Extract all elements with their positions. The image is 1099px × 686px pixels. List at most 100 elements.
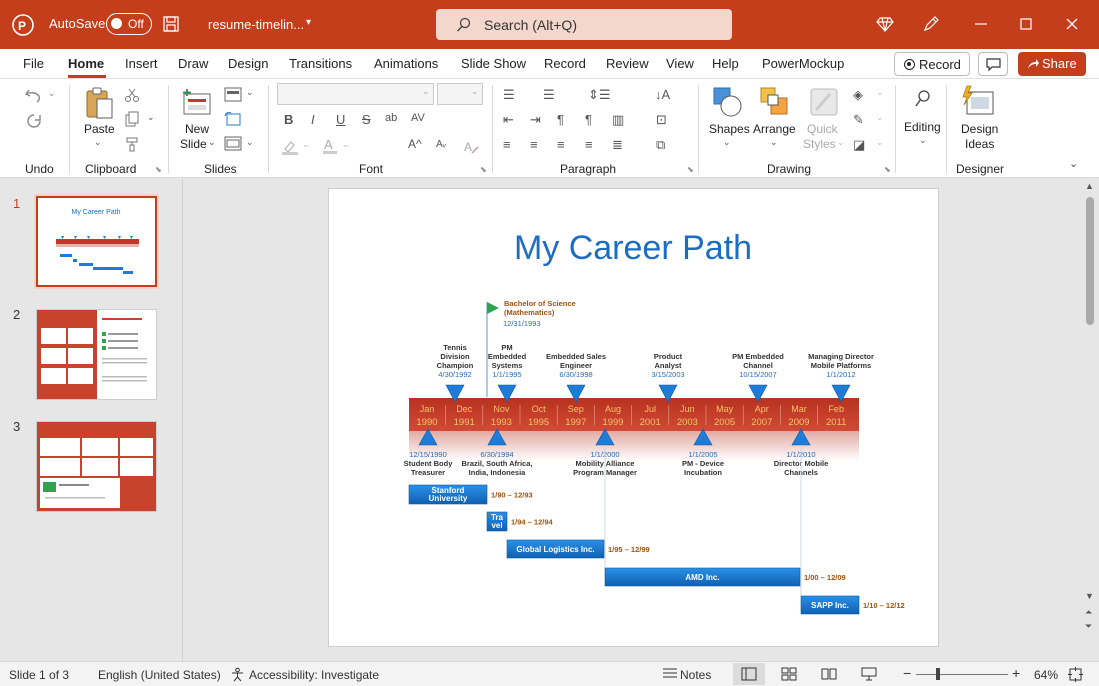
undo-dropdown-icon[interactable]: ⌄ — [48, 88, 56, 99]
paste-icon[interactable] — [84, 86, 114, 120]
tab-insert[interactable]: Insert — [125, 56, 158, 71]
columns-icon[interactable]: ▥ — [612, 112, 624, 128]
font-color-icon[interactable]: A — [322, 137, 338, 155]
maximize-icon[interactable] — [1017, 15, 1035, 33]
document-title[interactable]: resume-timelin... — [208, 17, 304, 32]
text-shadow-button[interactable]: ab — [385, 112, 397, 124]
font-size-field[interactable]: ⌄ — [437, 83, 483, 105]
shape-effects-icon[interactable]: ◪ — [853, 137, 865, 153]
editing-label[interactable]: Editing — [904, 120, 941, 134]
notes-label[interactable]: Notes — [680, 668, 711, 682]
align-text-icon[interactable]: ⊡ — [656, 112, 667, 128]
close-icon[interactable] — [1063, 15, 1081, 33]
font-color-dropdown-icon[interactable]: ⌄ — [342, 139, 350, 150]
language-status[interactable]: English (United States) — [98, 668, 221, 682]
format-painter-icon[interactable] — [124, 136, 140, 152]
share-button[interactable]: Share — [1018, 52, 1086, 76]
minimize-icon[interactable] — [972, 15, 990, 33]
editing-dropdown-icon[interactable]: ⌄ — [919, 135, 927, 146]
new-slide-label-2[interactable]: Slide — [180, 137, 207, 151]
quick-styles-icon[interactable] — [808, 86, 840, 118]
distributed-icon[interactable]: ≣ — [612, 137, 623, 153]
cut-icon[interactable] — [124, 87, 140, 103]
normal-view-button[interactable] — [733, 663, 765, 685]
previous-slide-icon[interactable]: ⏶ — [1085, 607, 1092, 618]
slide-sorter-icon[interactable] — [781, 667, 797, 681]
numbering-icon[interactable]: ☰ — [543, 87, 555, 103]
chevron-down-icon[interactable]: ⌄ — [422, 86, 430, 97]
autosave-toggle[interactable]: Off — [106, 13, 152, 35]
shapes-icon[interactable] — [711, 86, 743, 118]
grow-font-icon[interactable]: A^ — [408, 137, 422, 151]
tab-transitions[interactable]: Transitions — [289, 56, 352, 71]
pen-draw-icon[interactable] — [922, 15, 940, 33]
decrease-indent-icon[interactable]: ⇤ — [503, 112, 514, 128]
copy-dropdown-icon[interactable]: ⌄ — [147, 112, 155, 123]
highlight-icon[interactable] — [281, 139, 299, 155]
section-icon[interactable] — [224, 136, 242, 152]
zoom-level[interactable]: 64% — [1034, 668, 1058, 682]
undo-icon[interactable] — [24, 87, 44, 105]
chevron-down-icon[interactable]: ▾ — [306, 17, 311, 28]
clear-formatting-icon[interactable]: A — [463, 139, 479, 155]
character-spacing-button[interactable]: AV — [411, 112, 425, 124]
tab-powermockup[interactable]: PowerMockup — [762, 56, 844, 71]
design-ideas-label-2[interactable]: Ideas — [965, 137, 994, 151]
dialog-launcher-icon[interactable]: ⬊ — [480, 165, 487, 174]
tab-help[interactable]: Help — [712, 56, 739, 71]
tab-review[interactable]: Review — [606, 56, 649, 71]
paste-dropdown-icon[interactable]: ⌄ — [94, 137, 102, 148]
strikethrough-button[interactable]: S — [362, 112, 371, 127]
new-slide-dropdown-icon[interactable]: ⌄ — [208, 137, 216, 148]
quick-styles-label-1[interactable]: Quick — [807, 122, 838, 136]
shape-fill-dropdown-icon[interactable]: ⌄ — [876, 87, 884, 98]
quick-styles-dropdown-icon[interactable]: ⌄ — [837, 137, 845, 148]
dialog-launcher-icon[interactable]: ⬊ — [155, 165, 162, 174]
tab-view[interactable]: View — [666, 56, 694, 71]
notes-icon[interactable] — [662, 668, 678, 681]
arrange-label[interactable]: Arrange — [753, 122, 796, 136]
scrollbar-thumb[interactable] — [1086, 197, 1094, 325]
increase-indent-icon[interactable]: ⇥ — [530, 112, 541, 128]
highlight-dropdown-icon[interactable]: ⌄ — [302, 139, 310, 150]
shape-outline-icon[interactable]: ✎ — [853, 112, 864, 128]
slide-thumbnail-2[interactable] — [36, 309, 157, 400]
find-icon[interactable] — [914, 89, 932, 109]
shapes-label[interactable]: Shapes — [709, 122, 750, 136]
zoom-slider[interactable] — [916, 674, 1008, 675]
vertical-scrollbar[interactable]: ▲ ▼ ⏶ ⏷ — [1083, 181, 1097, 639]
quick-styles-label-2[interactable]: Styles — [803, 137, 836, 151]
tab-file[interactable]: File — [23, 56, 44, 71]
underline-button[interactable]: U — [336, 112, 345, 127]
slide-thumbnail-3[interactable] — [36, 421, 157, 512]
accessibility-icon[interactable] — [230, 667, 245, 682]
reset-slide-icon[interactable] — [224, 111, 242, 127]
design-ideas-icon[interactable] — [961, 85, 995, 117]
diamond-premium-icon[interactable] — [876, 15, 894, 33]
slideshow-view-icon[interactable] — [861, 667, 877, 681]
new-slide-label-1[interactable]: New — [185, 122, 209, 136]
collapse-ribbon-icon[interactable]: ⌄ — [1069, 157, 1078, 170]
arrange-icon[interactable] — [759, 86, 791, 118]
ltr-icon[interactable]: ¶ — [585, 112, 592, 127]
tab-animations[interactable]: Animations — [374, 56, 438, 71]
tab-slide-show[interactable]: Slide Show — [461, 56, 526, 71]
layout-dropdown-icon[interactable]: ⌄ — [246, 87, 254, 98]
dialog-launcher-icon[interactable]: ⬊ — [884, 165, 891, 174]
section-dropdown-icon[interactable]: ⌄ — [246, 137, 254, 148]
new-slide-icon[interactable] — [181, 88, 213, 116]
design-ideas-label-1[interactable]: Design — [961, 122, 998, 136]
tab-design[interactable]: Design — [228, 56, 268, 71]
slide-thumbnail-1[interactable]: My Career Path — [36, 196, 157, 287]
zoom-out-button[interactable]: − — [903, 665, 911, 681]
tab-record[interactable]: Record — [544, 56, 586, 71]
line-spacing-icon[interactable]: ⇕☰ — [588, 87, 611, 103]
zoom-slider-thumb[interactable] — [936, 668, 940, 680]
shape-outline-dropdown-icon[interactable]: ⌄ — [876, 112, 884, 123]
dialog-launcher-icon[interactable]: ⬊ — [687, 165, 694, 174]
align-left-icon[interactable]: ≡ — [503, 137, 511, 152]
shrink-font-icon[interactable]: Aᵥ — [436, 139, 446, 150]
copy-icon[interactable] — [124, 111, 140, 127]
record-button[interactable]: Record — [894, 52, 970, 76]
text-direction-icon[interactable]: ↓A — [655, 87, 670, 102]
